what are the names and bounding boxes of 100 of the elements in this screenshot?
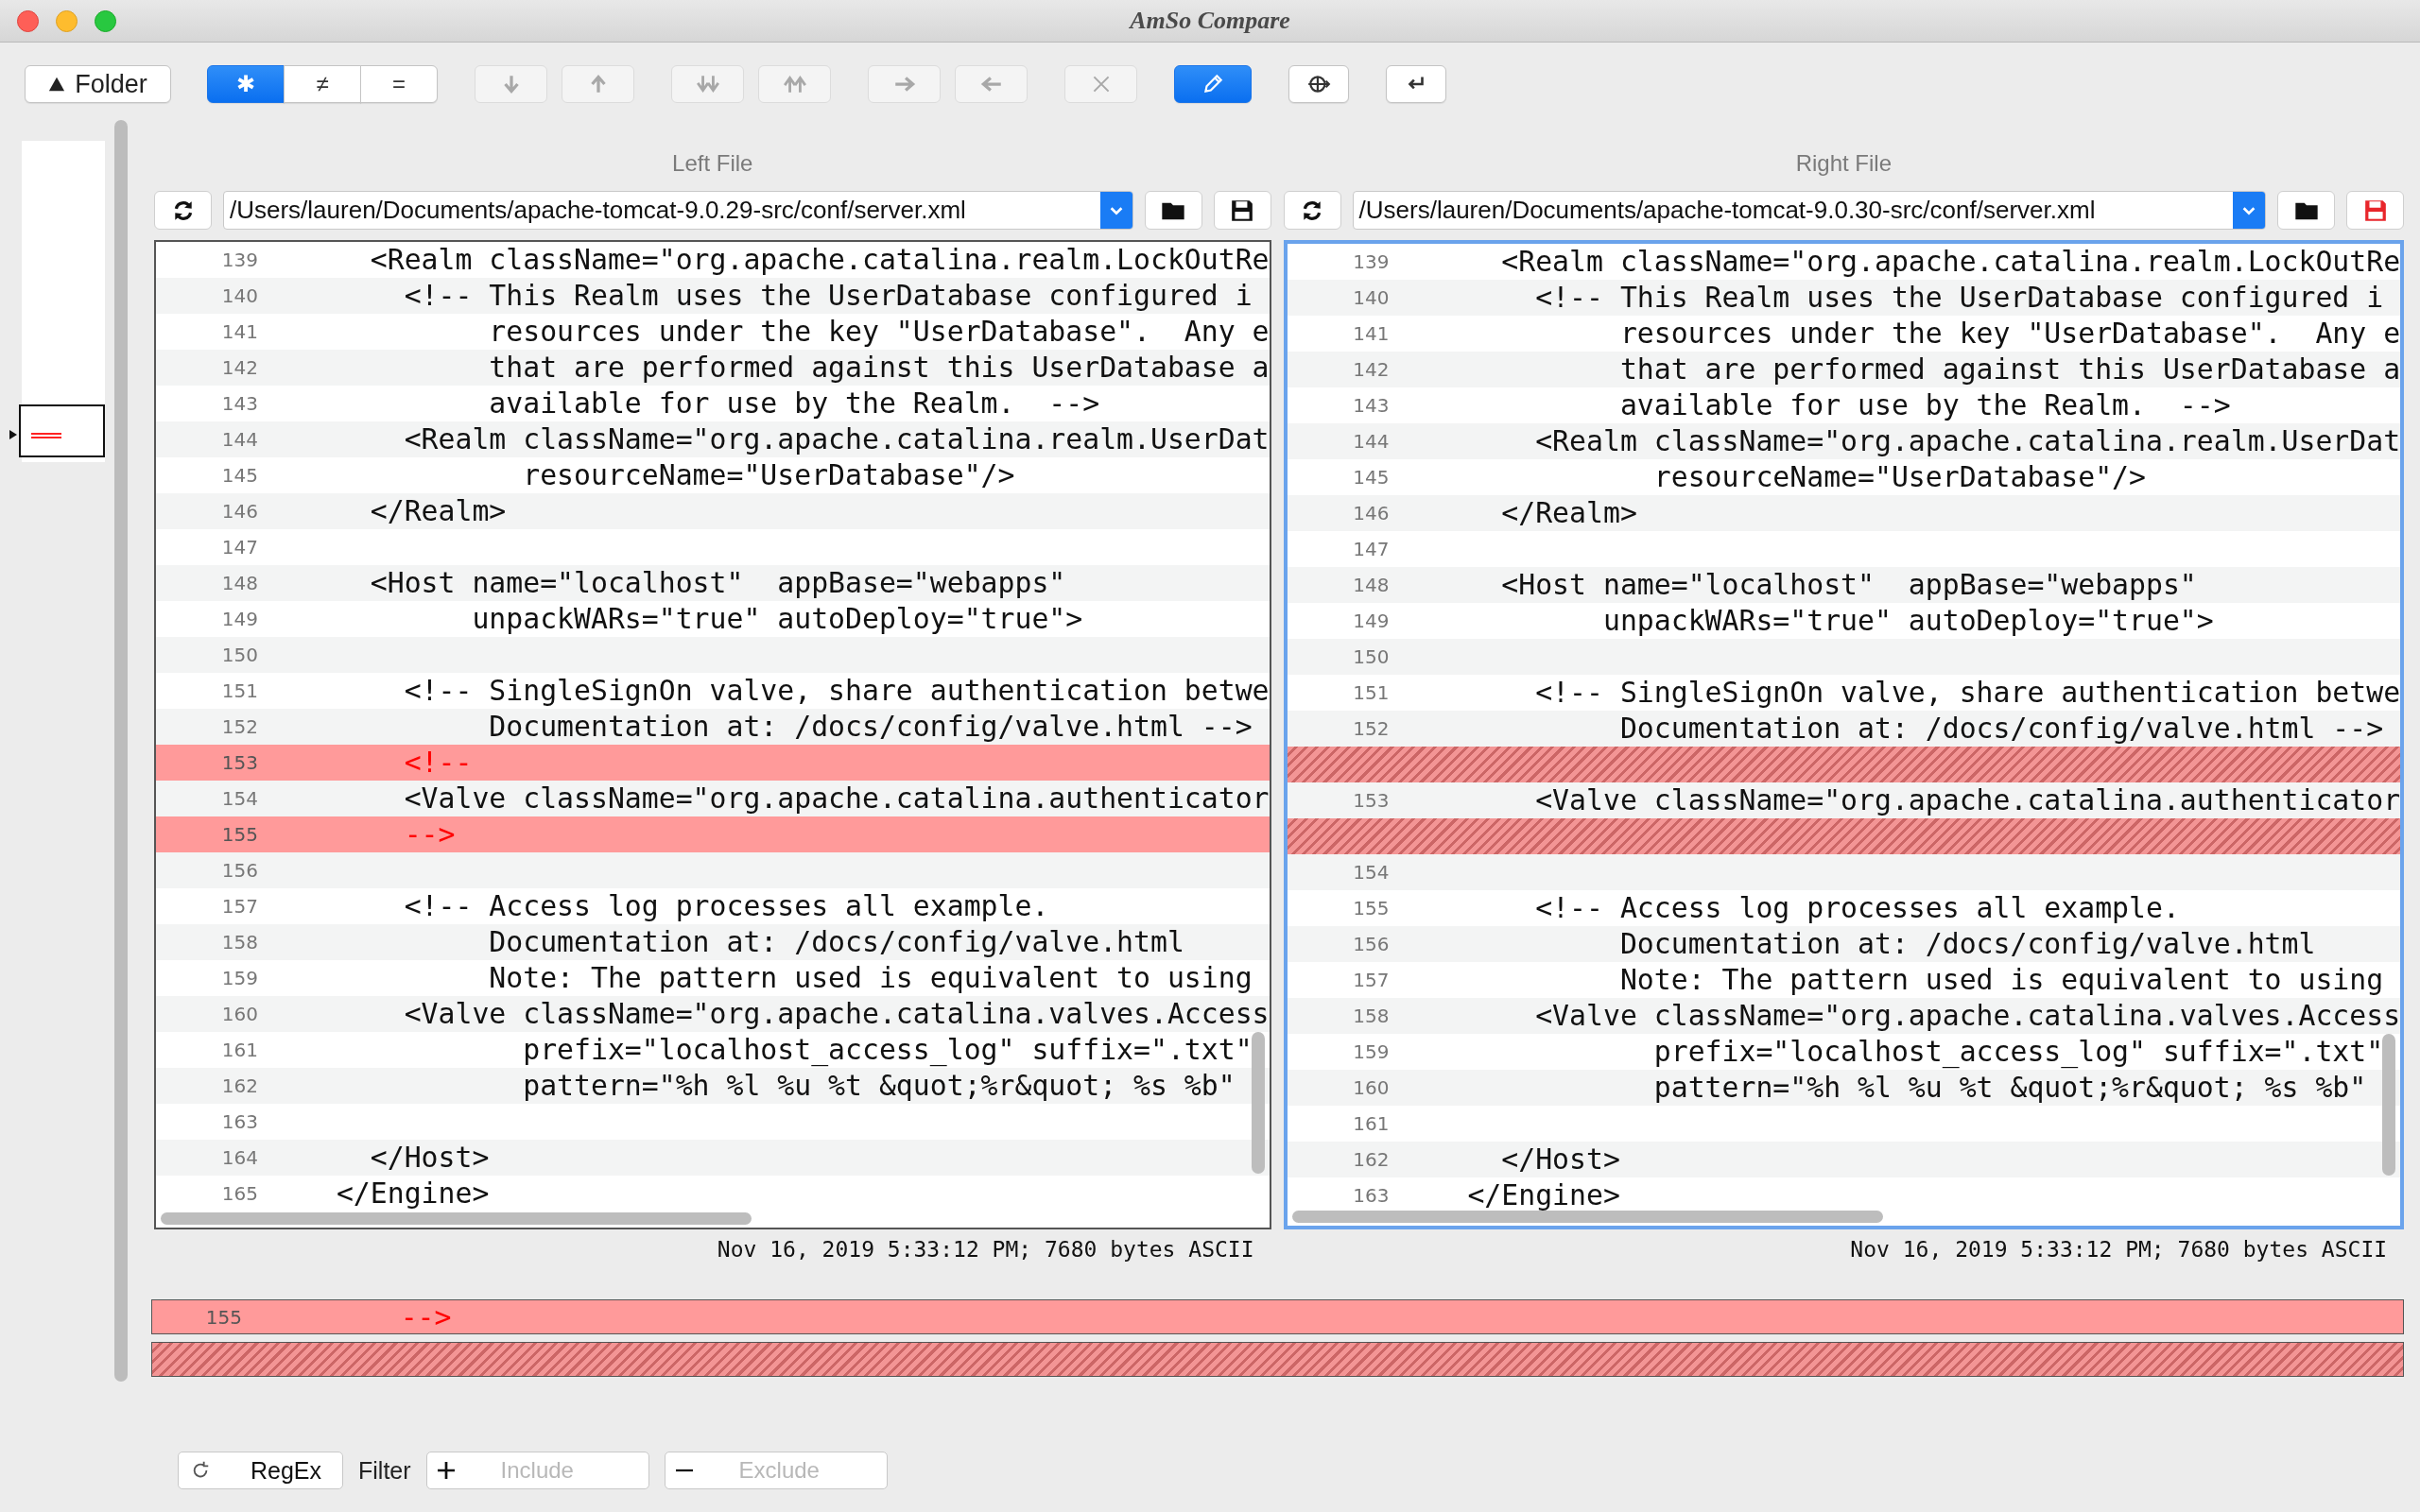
compare-mode-segment[interactable]: ≠ — [284, 65, 361, 103]
line-number: 151 — [1352, 681, 1390, 704]
code-line: <Realm className="org.apache.catalina.realm.UserDat — [1534, 424, 2401, 458]
code-line: <Host name="localhost" appBase="webapps" — [369, 566, 1066, 600]
include-field[interactable]: Include — [425, 1452, 649, 1489]
save-button[interactable] — [1213, 191, 1271, 230]
pane-heading: Left File — [672, 150, 753, 177]
code-line: <Valve className="org.apache.catalina.authenticator — [403, 782, 1270, 816]
line-number: 152 — [1352, 717, 1390, 740]
line-number: 144 — [1352, 430, 1390, 453]
line-number: 145 — [220, 464, 258, 487]
line-number: 149 — [220, 608, 258, 630]
line-number: 145 — [1352, 466, 1390, 489]
scrollbar[interactable] — [114, 120, 128, 1382]
file-info-text: Nov 16, 2019 5:33:12 PM; 7680 bytes ASCII — [717, 1237, 1254, 1262]
line-number: 156 — [1352, 933, 1390, 955]
code-line: <Valve className="org.apache.catalina.valves.Access — [1534, 999, 2401, 1033]
plus-icon — [437, 1462, 455, 1479]
code-line: --> — [399, 1299, 452, 1334]
filter-label: Filter — [358, 1456, 411, 1485]
line-number: 164 — [220, 1146, 258, 1169]
zoom-button[interactable] — [95, 9, 116, 32]
return-button[interactable] — [1386, 65, 1446, 103]
regex-button[interactable]: RegEx — [178, 1452, 343, 1489]
code-line: <!-- Access log processes all example. — [403, 889, 1049, 923]
line-number: 139 — [1352, 250, 1390, 273]
code-line: </Realm> — [1500, 496, 1637, 530]
line-number: 153 — [220, 751, 258, 774]
code-line: Documentation at: /docs/config/valve.html --> — [488, 710, 1253, 744]
line-number: 159 — [220, 967, 258, 989]
code-line: resourceName="UserDatabase"/> — [1652, 460, 2146, 494]
close-button[interactable] — [17, 9, 39, 32]
code-line: resources under the key "UserDatabase". Any e — [1618, 317, 2401, 351]
code-line: <Valve className="org.apache.catalina.authenticator — [1534, 783, 2401, 817]
eject-triangle-icon — [48, 76, 66, 93]
code-line: <Host name="localhost" appBase="webapps" — [1500, 568, 2197, 602]
line-number: 157 — [220, 895, 258, 918]
exclude-field[interactable]: Exclude — [664, 1452, 888, 1489]
code-line: <!-- This Realm uses the UserDatabase configured i — [1534, 281, 2384, 315]
reload-button[interactable] — [1283, 191, 1341, 230]
code-line: <!-- This Realm uses the UserDatabase configured i — [403, 279, 1253, 313]
line-number: 144 — [220, 428, 258, 451]
line-number: 146 — [1352, 502, 1390, 524]
scrollbar-thumb[interactable] — [1291, 1211, 1883, 1223]
line-number: 155 — [1352, 897, 1390, 919]
web-button[interactable] — [1288, 65, 1349, 103]
line-number: 148 — [220, 572, 258, 594]
line-number: 140 — [220, 284, 258, 307]
code-line: <!-- SingleSignOn valve, share authentication betwe — [403, 674, 1270, 708]
compare-mode-segment[interactable]: = — [360, 65, 438, 103]
scrollbar-thumb[interactable] — [2382, 1034, 2396, 1176]
reload-button[interactable] — [154, 191, 212, 230]
line-number: 149 — [1352, 610, 1390, 632]
code-line: Documentation at: /docs/config/valve.html — [1618, 927, 2316, 961]
scrollbar-thumb[interactable] — [161, 1212, 752, 1225]
code-line: <!-- SingleSignOn valve, share authentication betwe — [1534, 676, 2401, 710]
edit-button[interactable] — [1174, 65, 1252, 103]
code-view[interactable] — [154, 240, 1271, 1229]
code-line: prefix="localhost_access_log" suffix=".txt" — [522, 1033, 1253, 1067]
code-line: Note: The pattern used is equivalent to using — [488, 961, 1253, 995]
line-number: 148 — [1352, 574, 1390, 596]
line-number: 151 — [220, 679, 258, 702]
file-path-combobox[interactable]: /Users/lauren/Documents/apache-tomcat-9.0.29-src/conf/server.xml — [223, 191, 1133, 230]
code-line: <Realm className="org.apache.catalina.realm.LockOutRe — [1500, 245, 2401, 279]
code-line: </Host> — [369, 1141, 490, 1175]
file-info-text: Nov 16, 2019 5:33:12 PM; 7680 bytes ASCII — [1850, 1237, 2388, 1262]
line-number: 147 — [220, 536, 258, 558]
line-number: 158 — [220, 931, 258, 954]
line-number: 143 — [220, 392, 258, 415]
line-number: 161 — [220, 1039, 258, 1061]
line-number: 158 — [1352, 1005, 1390, 1027]
folder-button[interactable]: Folder — [25, 65, 171, 103]
file-path-combobox[interactable]: /Users/lauren/Documents/apache-tomcat-9.0.30-src/conf/server.xml — [1352, 191, 2267, 230]
line-number: 150 — [1352, 645, 1390, 668]
line-number: 142 — [220, 356, 258, 379]
code-line: unpackWARs="true" autoDeploy="true"> — [1601, 604, 2214, 638]
open-folder-button[interactable] — [1144, 191, 1202, 230]
minus-icon — [675, 1469, 693, 1472]
line-number: 146 — [220, 500, 258, 523]
line-number: 139 — [220, 249, 258, 271]
line-number: 163 — [1352, 1184, 1390, 1207]
line-number: 154 — [220, 787, 258, 810]
open-folder-button[interactable] — [2277, 191, 2336, 230]
line-number: 160 — [1352, 1076, 1390, 1099]
line-number: 141 — [220, 320, 258, 343]
code-line: Documentation at: /docs/config/valve.html --> — [1618, 712, 2384, 746]
code-line: </Host> — [1500, 1143, 1620, 1177]
code-line: </Engine> — [335, 1177, 490, 1211]
code-line: Note: The pattern used is equivalent to using — [1618, 963, 2384, 997]
code-line: available for use by the Realm. --> — [1618, 388, 2231, 422]
code-line: that are performed against this UserDatabase a — [1618, 352, 2401, 387]
window-title: AmSo Compare — [1130, 7, 1290, 34]
code-view[interactable] — [1283, 240, 2405, 1229]
code-line: resources under the key "UserDatabase". Any e — [488, 315, 1270, 349]
line-number: 160 — [220, 1003, 258, 1025]
pane-heading: Right File — [1795, 150, 1892, 177]
minimize-button[interactable] — [56, 9, 78, 32]
compare-mode-segment[interactable]: ✱ — [207, 65, 285, 103]
line-number: 162 — [1352, 1148, 1390, 1171]
line-number: 153 — [1352, 789, 1390, 812]
